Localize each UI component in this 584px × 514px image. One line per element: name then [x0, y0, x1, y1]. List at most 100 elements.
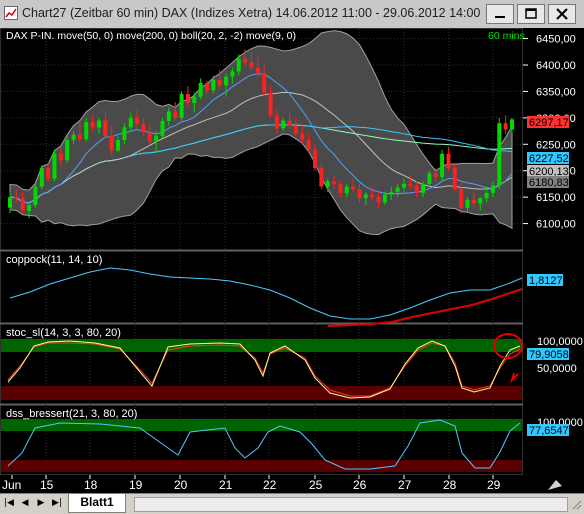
candle-body	[306, 140, 311, 150]
candle-body	[401, 183, 406, 188]
time-axis-label: 25	[309, 478, 323, 492]
candle-body	[90, 122, 95, 128]
candle-body	[109, 135, 114, 151]
candle-body	[363, 194, 368, 199]
candle-body	[319, 168, 324, 187]
time-axis-label: 29	[487, 478, 501, 492]
candle-body	[243, 58, 248, 63]
candle-body	[52, 153, 57, 179]
candle-body	[192, 96, 197, 104]
candle-body	[249, 62, 254, 68]
candle-body	[344, 186, 349, 193]
price-tick-label: 6350,00	[536, 86, 576, 98]
candle-body	[166, 111, 171, 122]
candle-body	[281, 120, 286, 129]
candle-body	[204, 82, 209, 91]
time-axis-label: 21	[219, 478, 233, 492]
candle-body	[147, 132, 152, 142]
candle-body	[338, 183, 343, 193]
resize-grip-icon[interactable]	[570, 498, 582, 510]
dss-legend: dss_bressert(21, 3, 80, 20)	[6, 408, 137, 420]
price-tick-label: 6250,00	[536, 139, 576, 151]
sheet-tab-bar: |◀ ◀ ▶ ▶| Blatt1	[0, 493, 584, 514]
stoch-tick-label: 100,0000	[537, 336, 583, 348]
price-value-label: 6180,83	[529, 177, 569, 189]
close-icon	[556, 8, 568, 20]
candle-body	[154, 135, 159, 142]
chart-canvas[interactable]: DAX P-IN. move(50, 0) move(200, 0) boll(…	[0, 28, 584, 493]
stoch-value-label: 79,9058	[529, 349, 569, 361]
candle-body	[389, 191, 394, 195]
candle-body	[440, 153, 445, 178]
chart-app-icon	[4, 6, 18, 20]
prev-sheet-icon[interactable]: ◀	[18, 496, 32, 511]
candle-body	[135, 117, 140, 125]
candle-body	[14, 197, 19, 199]
candle-body	[478, 198, 483, 204]
time-axis-label: 22	[263, 478, 277, 492]
window-title: Chart27 (Zeitbar 60 min) DAX (Indizes Xe…	[22, 6, 481, 20]
maximize-button[interactable]	[517, 4, 545, 24]
price-tick-label: 6100,00	[536, 219, 576, 231]
candle-body	[224, 76, 229, 86]
price-value-label: 6297,17	[529, 117, 569, 129]
candle-body	[459, 189, 464, 208]
minimize-icon	[495, 16, 505, 18]
timeframe-label: 60 mins	[488, 30, 525, 42]
candle-body	[357, 189, 362, 199]
stoch-tick-label: 50,0000	[537, 363, 577, 375]
candle-body	[293, 125, 298, 134]
price-tick-label: 6150,00	[536, 192, 576, 204]
candle-body	[39, 168, 44, 187]
candle-body	[103, 120, 108, 136]
dss-overbought-zone	[1, 419, 522, 431]
candle-body	[465, 199, 470, 208]
candle-body	[71, 134, 76, 141]
minimize-button[interactable]	[486, 4, 514, 24]
next-sheet-icon[interactable]: ▶	[34, 496, 48, 511]
time-axis-label: 26	[353, 478, 367, 492]
candle-body	[236, 58, 241, 72]
candle-body	[20, 198, 25, 211]
candle-body	[8, 197, 12, 208]
candle-body	[58, 153, 63, 161]
title-bar[interactable]: Chart27 (Zeitbar 60 min) DAX (Indizes Xe…	[0, 0, 584, 29]
candle-body	[490, 185, 495, 193]
price-legend: DAX P-IN. move(50, 0) move(200, 0) boll(…	[6, 30, 296, 42]
first-sheet-icon[interactable]: |◀	[2, 496, 16, 511]
close-button[interactable]	[548, 4, 576, 24]
candle-body	[255, 67, 260, 73]
candle-body	[408, 183, 413, 186]
candle-body	[46, 168, 51, 179]
candle-body	[198, 82, 203, 97]
price-tick-label: 6400,00	[536, 60, 576, 72]
candle-body	[160, 121, 165, 136]
chart-area[interactable]: DAX P-IN. move(50, 0) move(200, 0) boll(…	[0, 28, 584, 493]
tab-blatt1[interactable]: Blatt1	[68, 494, 126, 513]
candle-body	[497, 123, 502, 186]
candle-body	[452, 168, 457, 190]
candle-body	[179, 94, 184, 118]
time-axis-label: 28	[443, 478, 457, 492]
horizontal-scrollbar[interactable]	[134, 497, 568, 512]
candle-body	[421, 183, 426, 193]
candle-body	[33, 186, 38, 206]
candle-body	[503, 123, 508, 130]
candle-body	[427, 173, 432, 184]
time-axis-label: 20	[174, 478, 188, 492]
candle-body	[313, 149, 318, 169]
time-axis-label: 27	[398, 478, 412, 492]
candle-body	[84, 122, 89, 139]
candle-body	[433, 173, 438, 178]
candle-body	[395, 187, 400, 192]
time-axis-label: 15	[40, 478, 54, 492]
candle-body	[351, 186, 356, 190]
candle-body	[116, 140, 121, 151]
candle-body	[65, 140, 70, 161]
stoch-legend: stoc_sl(14, 3, 3, 80, 20)	[6, 327, 121, 339]
candle-body	[376, 197, 381, 203]
candle-body	[414, 185, 419, 193]
candle-body	[287, 120, 292, 126]
chart-window: Chart27 (Zeitbar 60 min) DAX (Indizes Xe…	[0, 0, 584, 514]
last-sheet-icon[interactable]: ▶|	[50, 496, 64, 511]
